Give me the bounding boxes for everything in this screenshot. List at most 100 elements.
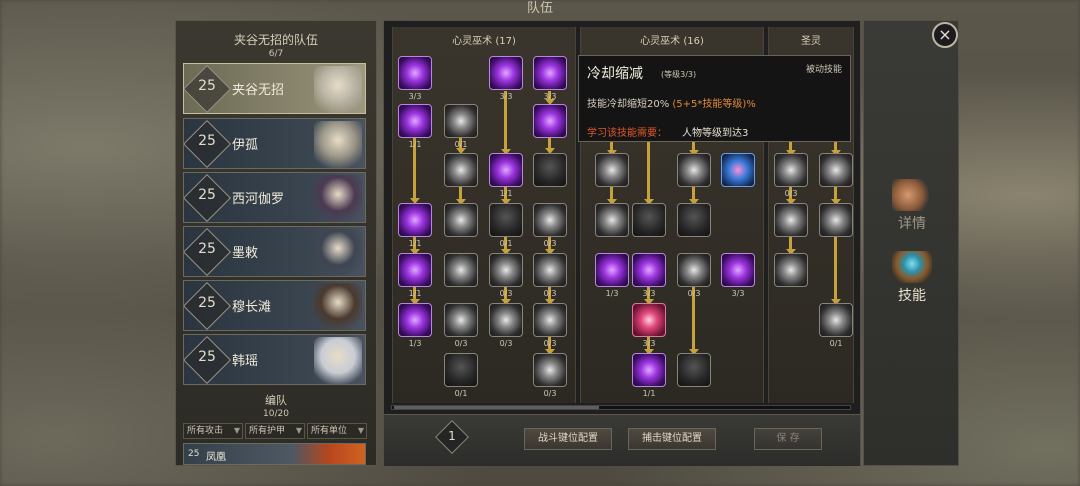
skill-node-level: 1/3 [605, 289, 619, 298]
skill-node[interactable] [677, 353, 711, 387]
chevron-down-icon: ▼ [295, 426, 302, 435]
tooltip-skill-level: (等级3/3) [661, 70, 697, 79]
team-member-row[interactable]: 25 穆长滩 [183, 280, 366, 331]
filter-unit-dropdown[interactable]: 所有单位 ▼ [307, 423, 367, 439]
skill-node-level: 1/1 [408, 239, 422, 248]
tooltip-description: 技能冷却缩短20% (5+5*技能等级)% [587, 95, 756, 110]
skill-node[interactable]: 1/1 [398, 253, 432, 298]
skill-node[interactable] [819, 203, 853, 237]
horizontal-scrollbar[interactable] [391, 405, 851, 410]
avatar [314, 229, 362, 276]
skill-node[interactable]: 3/3 [632, 253, 666, 298]
skill-node[interactable]: 3/3 [533, 56, 567, 101]
filter-unit-label: 所有单位 [311, 426, 348, 436]
skill-node[interactable]: 0/3 [533, 253, 567, 298]
skill-node-level: 0/1 [829, 339, 843, 348]
avatar [314, 283, 362, 330]
skill-node-level: 0/3 [543, 389, 557, 398]
skill-node-level: 1/3 [408, 339, 422, 348]
avatar [314, 175, 362, 222]
filter-armor-label: 所有护甲 [249, 426, 286, 436]
scrollbar-thumb[interactable] [394, 406, 599, 409]
screen-title: 队伍 [526, 1, 553, 16]
tooltip-skill-type: 被动技能 [805, 65, 842, 75]
formation-count: 10/20 [263, 409, 289, 419]
skill-node[interactable]: 0/3 [489, 253, 523, 298]
skill-node[interactable] [533, 153, 567, 187]
skill-node[interactable]: 1/1 [398, 104, 432, 149]
skill-node-level: 1/1 [642, 389, 656, 398]
team-member-row[interactable]: 25 韩瑶 [183, 334, 366, 385]
skill-node[interactable]: 0/3 [533, 303, 567, 348]
skill-node[interactable]: 0/3 [533, 353, 567, 398]
team-member-row[interactable]: 25 西河伽罗 [183, 172, 366, 223]
skill-node[interactable]: 1/3 [595, 253, 629, 298]
skill-node-level: 0/3 [687, 289, 701, 298]
skill-connector-line [834, 237, 837, 303]
skill-node[interactable]: 0/1 [819, 303, 853, 348]
team-panel: 夹谷无招的队伍 6/7 25 夹谷无招 25 伊孤 25 西河伽罗 25 墨敕 25 穆长滩 25 韩… [175, 20, 377, 466]
skill-node-level: 1/1 [408, 289, 422, 298]
skill-node[interactable]: 0/3 [444, 303, 478, 348]
skill-node[interactable]: 1/1 [632, 353, 666, 398]
skill-node-level: 0/3 [454, 339, 468, 348]
skill-node-level: 0/3 [543, 239, 557, 248]
skill-node[interactable]: 3/3 [489, 56, 523, 101]
skill-node[interactable]: 1/1 [489, 153, 523, 198]
skill-node[interactable]: 3/3 [398, 56, 432, 101]
skill-node[interactable] [632, 203, 666, 237]
skill-node[interactable] [533, 104, 567, 138]
skill-node[interactable]: 0/3 [774, 153, 808, 198]
battle-keys-button[interactable]: 战斗键位配置 [524, 428, 612, 450]
team-member-row[interactable]: 25 伊孤 [183, 118, 366, 169]
team-title: 夹谷无招的队伍 [233, 33, 318, 47]
member-level: 25 [198, 295, 216, 311]
avatar [314, 337, 362, 384]
filter-armor-dropdown[interactable]: 所有护甲 ▼ [245, 423, 305, 439]
skill-book-icon [892, 251, 932, 283]
skill-node[interactable] [444, 153, 478, 187]
skill-node-level: 0/3 [499, 339, 513, 348]
skill-node[interactable]: 0/1 [489, 203, 523, 248]
tab-skills-label: 技能 [898, 288, 926, 304]
skill-node[interactable]: 0/3 [533, 203, 567, 248]
avatar [314, 66, 362, 113]
skill-node[interactable] [721, 153, 755, 187]
tab-skills[interactable]: 技能 [876, 251, 948, 311]
skill-node[interactable]: 3/3 [632, 303, 666, 348]
skill-node[interactable] [444, 253, 478, 287]
filter-attack-dropdown[interactable]: 所有攻击 ▼ [183, 423, 243, 439]
team-member-row[interactable]: 25 夹谷无招 [183, 63, 366, 114]
team-member-row[interactable]: 25 墨敕 [183, 226, 366, 277]
skill-node[interactable] [774, 253, 808, 287]
skill-connector-line [647, 138, 650, 203]
team-count: 6/7 [268, 49, 284, 59]
skill-node[interactable]: 0/1 [444, 104, 478, 149]
skill-node[interactable] [774, 203, 808, 237]
skill-node[interactable] [595, 203, 629, 237]
tab-details[interactable]: 详情 [876, 179, 948, 239]
unit-name: 凤凰 [206, 452, 226, 463]
member-name: 韩瑶 [232, 354, 259, 369]
skill-node[interactable] [595, 153, 629, 187]
skill-node[interactable]: 0/3 [489, 303, 523, 348]
save-button[interactable]: 保 存 [754, 428, 822, 450]
skill-node[interactable] [677, 203, 711, 237]
skill-node[interactable]: 0/3 [677, 253, 711, 298]
close-button[interactable]: × [932, 22, 958, 48]
skill-node-level: 3/3 [642, 339, 656, 348]
tooltip-skill-name: 冷却缩减 [587, 66, 643, 82]
skill-node[interactable] [819, 153, 853, 187]
member-level: 25 [198, 187, 216, 203]
skill-node[interactable]: 0/1 [444, 353, 478, 398]
formation-unit-card[interactable]: 25 凤凰 [183, 443, 366, 465]
capture-keys-button[interactable]: 捕击键位配置 [628, 428, 716, 450]
skill-node[interactable] [444, 203, 478, 237]
skill-node[interactable]: 3/3 [721, 253, 755, 298]
tooltip-requirement-label: 学习该技能需要： [587, 128, 667, 139]
tooltip-desc-text: 技能冷却缩短20% [587, 99, 673, 110]
skill-node[interactable]: 1/3 [398, 303, 432, 348]
skill-node-level: 3/3 [642, 289, 656, 298]
skill-node[interactable]: 1/1 [398, 203, 432, 248]
skill-node[interactable] [677, 153, 711, 187]
